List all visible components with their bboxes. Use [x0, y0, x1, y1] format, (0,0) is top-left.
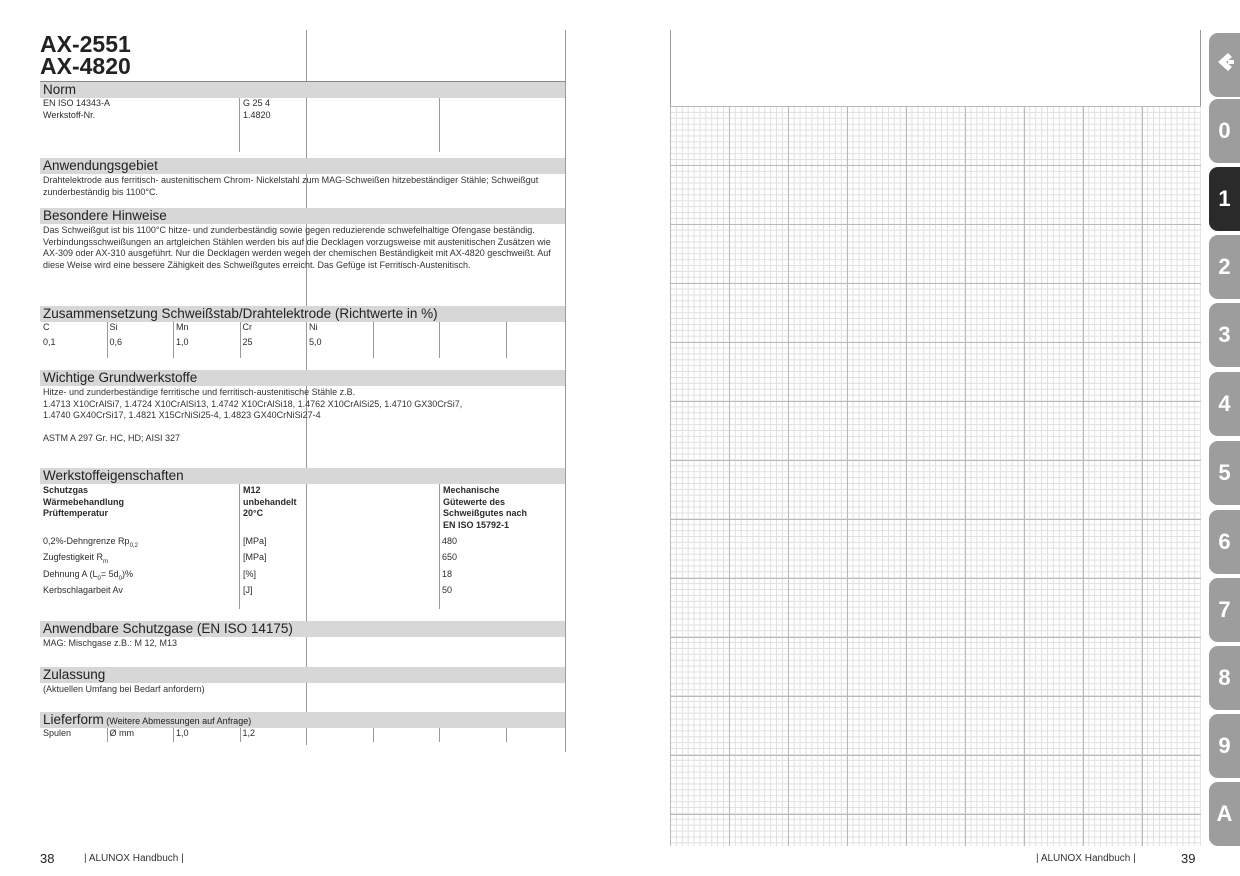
- left-page: AX-2551 AX-4820 Norm EN ISO 14343-A G 25…: [40, 30, 566, 752]
- tab-6[interactable]: 6: [1209, 510, 1240, 574]
- graph-paper-grid: [670, 106, 1201, 846]
- tab-0[interactable]: 0: [1209, 99, 1240, 163]
- alunox-logo-icon: [1214, 51, 1236, 79]
- table-row: C Si Mn Cr Ni: [40, 322, 565, 334]
- header-labels: Schutzgas Wärmebehandlung Prüftemperatur: [43, 485, 125, 519]
- header-right: Mechanische Gütewerte des Schweißgutes n…: [443, 485, 528, 530]
- value-cell: 0,1: [43, 336, 56, 347]
- section-text: Das Schweißgut ist bis 1100°C hitze- und…: [43, 225, 551, 270]
- composition-table: C Si Mn Cr Ni 0,1 0,6 1,0 25 5,0: [40, 322, 565, 370]
- norm-value: 1.4820: [243, 109, 271, 120]
- section-zusammensetzung: Zusammensetzung Schweißstab/Drahtelektro…: [40, 306, 565, 370]
- text-line: 1.4713 X10CrAlSi7, 1.4724 X10CrAlSi13, 1…: [43, 398, 463, 409]
- element-cell: Cr: [242, 322, 253, 332]
- tab-8[interactable]: 8: [1209, 646, 1240, 710]
- chapter-tabs: 0 1 2 3 4 5 6 7 8 9 A: [1209, 0, 1240, 876]
- element-cell: C: [43, 322, 50, 332]
- table-row: 0,1 0,6 1,0 25 5,0: [40, 337, 565, 349]
- section-text: Hitze- und zunderbeständige ferritische …: [40, 386, 565, 468]
- section-anwendungsgebiet: Anwendungsgebiet Drahtelektrode aus ferr…: [40, 158, 565, 208]
- section-zulassung: Zulassung (Aktuellen Umfang bei Bedarf a…: [40, 667, 565, 712]
- text-line: Hitze- und zunderbeständige ferritische …: [43, 387, 356, 397]
- norm-value: G 25 4: [243, 98, 271, 108]
- section-hinweise: Besondere Hinweise Das Schweißgut ist bi…: [40, 208, 565, 306]
- footer-text-right: | ALUNOX Handbuch |: [1036, 853, 1136, 864]
- text-line: ASTM A 297 Gr. HC, HD; AISI 327: [43, 432, 181, 443]
- value-cell: 1,0: [176, 336, 189, 347]
- norm-table: EN ISO 14343-A G 25 4 Werkstoff-Nr. 1.48…: [40, 98, 565, 152]
- section-heading: Wichtige Grundwerkstoffe: [40, 370, 565, 386]
- table-row: 0,2%-Dehngrenze Rp0,2 [MPa] 480: [43, 536, 458, 549]
- section-heading: Lieferform (Weitere Abmessungen auf Anfr…: [40, 712, 565, 728]
- column-line: [565, 30, 566, 752]
- tab-logo[interactable]: [1209, 33, 1240, 97]
- value-cell: 25: [242, 336, 253, 347]
- element-cell: Mn: [176, 322, 189, 332]
- tab-3[interactable]: 3: [1209, 303, 1240, 367]
- tab-2[interactable]: 2: [1209, 235, 1240, 299]
- tab-7[interactable]: 7: [1209, 578, 1240, 642]
- product-title: AX-2551 AX-4820: [40, 30, 565, 82]
- section-heading: Werkstoffeigenschaften: [40, 468, 565, 484]
- table-row: EN ISO 14343-A G 25 4: [40, 98, 565, 110]
- section-heading: Anwendungsgebiet: [40, 158, 565, 174]
- section-heading: Besondere Hinweise: [40, 208, 565, 224]
- product-title-line2: AX-4820: [40, 53, 131, 79]
- properties-table: Schutzgas Wärmebehandlung Prüftemperatur…: [40, 484, 565, 621]
- section-heading: Norm: [40, 82, 565, 98]
- section-heading: Zusammensetzung Schweißstab/Drahtelektro…: [40, 306, 565, 322]
- product-title-line1: AX-2551: [40, 31, 131, 57]
- section-schutzgase: Anwendbare Schutzgase (EN ISO 14175) MAG…: [40, 621, 565, 667]
- section-text: MAG: Mischgase z.B.: M 12, M13: [43, 638, 178, 648]
- section-heading: Anwendbare Schutzgase (EN ISO 14175): [40, 621, 565, 637]
- page-number-right: 39: [1181, 851, 1196, 866]
- tab-5[interactable]: 5: [1209, 441, 1240, 505]
- section-heading: Zulassung: [40, 667, 565, 683]
- tab-1[interactable]: 1: [1209, 167, 1240, 231]
- element-cell: Si: [109, 322, 118, 332]
- table-row: Dehnung A (L0= 5d0)% [%] 18: [43, 568, 453, 582]
- norm-label: Werkstoff-Nr.: [43, 109, 96, 120]
- table-row: Kerbschlagarbeit Av [J] 50: [43, 585, 453, 596]
- section-norm: Norm EN ISO 14343-A G 25 4 Werkstoff-Nr.…: [40, 82, 565, 152]
- value-cell: 0,6: [109, 336, 123, 347]
- section-text: (Aktuellen Umfang bei Bedarf anfordern): [43, 684, 205, 694]
- element-cell: Ni: [309, 322, 318, 332]
- page-number-left: 38: [40, 851, 55, 866]
- value-cell: 5,0: [309, 336, 322, 347]
- properties-rows: 0,2%-Dehngrenze Rp0,2 [MPa] 480 Zugfesti…: [40, 536, 565, 597]
- section-grundwerkstoffe: Wichtige Grundwerkstoffe Hitze- und zund…: [40, 370, 565, 468]
- section-text: Drahtelektrode aus ferritisch- austeniti…: [43, 175, 539, 197]
- tab-9[interactable]: 9: [1209, 714, 1240, 778]
- header-values: M12 unbehandelt 20°C: [243, 485, 297, 519]
- lieferform-table: Spulen Ø mm 1,0 1,2: [40, 728, 565, 742]
- table-row: Werkstoff-Nr. 1.4820: [40, 110, 565, 122]
- tab-a[interactable]: A: [1209, 782, 1240, 846]
- table-row: Spulen Ø mm 1,0 1,2: [43, 728, 256, 738]
- section-werkstoffeigenschaften: Werkstoffeigenschaften Schutzgas Wärmebe…: [40, 468, 565, 621]
- norm-label: EN ISO 14343-A: [43, 98, 111, 108]
- section-lieferform: Lieferform (Weitere Abmessungen auf Anfr…: [40, 712, 565, 742]
- tab-4[interactable]: 4: [1209, 372, 1240, 436]
- footer-text-left: | ALUNOX Handbuch |: [84, 853, 184, 864]
- table-row: Zugfestigkeit Rm [MPa] 650: [43, 552, 458, 566]
- text-line: 1.4740 GX40CrSi17, 1.4821 X15CrNiSi25-4,…: [43, 410, 321, 421]
